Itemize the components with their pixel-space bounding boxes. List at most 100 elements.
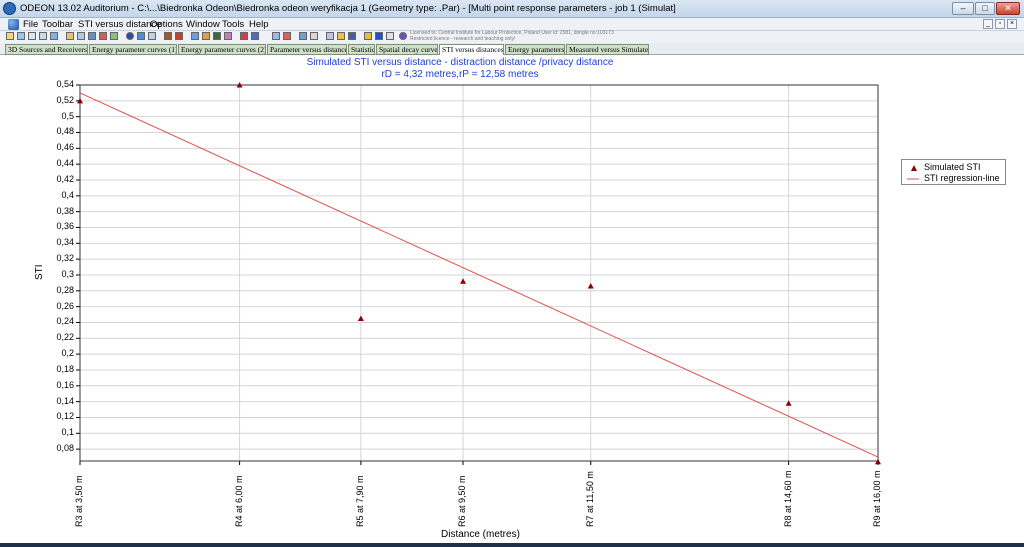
- auralisation-icon[interactable]: [224, 32, 232, 40]
- y-tick-label: 0,18: [56, 363, 74, 374]
- y-tick-label: 0,32: [56, 253, 74, 264]
- minimize-button[interactable]: –: [952, 2, 974, 15]
- menu-tools[interactable]: Tools: [222, 19, 244, 30]
- y-tick-label: 0,38: [56, 205, 74, 216]
- tab-energy-parameter-curves-2[interactable]: Energy parameter curves (2): [178, 44, 266, 55]
- sti-point-marker: [785, 400, 792, 406]
- materials-icon[interactable]: [99, 32, 107, 40]
- tab-sti-versus-distances[interactable]: STI versus distances: [439, 44, 504, 55]
- model-icon[interactable]: [88, 32, 96, 40]
- speaker-icon[interactable]: [164, 32, 172, 40]
- y-tick-label: 0,4: [61, 189, 74, 200]
- plot-frame: [79, 84, 879, 462]
- y-tick-label: 0,44: [56, 158, 74, 169]
- sun-icon[interactable]: [337, 32, 345, 40]
- sti-point-marker: [587, 283, 594, 289]
- tab-statistics[interactable]: Statistics: [348, 44, 375, 55]
- y-tick-label: 0,12: [56, 411, 74, 422]
- chart-icon[interactable]: [272, 32, 280, 40]
- reflection-icon[interactable]: [202, 32, 210, 40]
- grid-response-icon[interactable]: [213, 32, 221, 40]
- tab-energy-parameters[interactable]: Energy parameters: [505, 44, 565, 55]
- x-axis-title: Distance (metres): [441, 529, 520, 540]
- save-icon[interactable]: [17, 32, 25, 40]
- y-tick-label: 0,26: [56, 300, 74, 311]
- measurement-icon[interactable]: [283, 32, 291, 40]
- odeon-app-icon: [3, 2, 16, 15]
- menu-options[interactable]: Options: [150, 19, 183, 30]
- x-tick-label: R8 at 14,60 m: [782, 470, 793, 527]
- y-axis-title: STI: [34, 264, 45, 280]
- grid-icon[interactable]: [137, 32, 145, 40]
- edit-icon[interactable]: [66, 32, 74, 40]
- sti-point-marker: [357, 315, 364, 322]
- export-icon[interactable]: [50, 32, 58, 40]
- toolbar: Licensed to: Central Institute for Labou…: [0, 30, 1024, 43]
- x-tick-label: R4 at 6,00 m: [233, 475, 244, 527]
- mdi-minimize-button[interactable]: _: [983, 19, 993, 29]
- menu-help[interactable]: Help: [249, 19, 269, 30]
- tab-parameter-versus-distance[interactable]: Parameter versus distance: [267, 44, 347, 55]
- y-tick-label: 0,36: [56, 221, 74, 232]
- menu-file[interactable]: File: [23, 19, 38, 30]
- y-tick-label: 0,22: [56, 332, 74, 343]
- legend-simulated-sti: Simulated STI: [924, 162, 981, 172]
- window-titlebar: ODEON 13.02 Auditorium - C:\...\Biedronk…: [0, 0, 1024, 18]
- parameter-icon[interactable]: [251, 32, 259, 40]
- license-line-2: Restricted licence - research and teachi…: [410, 35, 516, 42]
- sound-icon[interactable]: [364, 32, 372, 40]
- tab-energy-parameter-curves-1[interactable]: Energy parameter curves (1): [89, 44, 177, 55]
- tab-measured-versus-simulated[interactable]: Measured versus Simulated: [566, 44, 649, 55]
- tab-3d-sources-and-receivers[interactable]: 3D Sources and Receivers: [5, 44, 88, 55]
- chart-legend: Simulated STI STI regression-line: [901, 159, 1006, 185]
- x-tick-label: R5 at 7,90 m: [354, 475, 365, 527]
- sti-point-marker: [875, 458, 881, 465]
- y-tick-label: 0,48: [56, 126, 74, 137]
- mdi-close-button[interactable]: ×: [1007, 19, 1017, 29]
- receiver-icon[interactable]: [175, 32, 183, 40]
- bottom-border: [0, 543, 1024, 547]
- job-icon[interactable]: [299, 32, 307, 40]
- open-folder-icon[interactable]: [6, 32, 14, 40]
- print-icon[interactable]: [28, 32, 36, 40]
- surface-icon[interactable]: [348, 32, 356, 40]
- x-tick-label: R3 at 3,50 m: [74, 475, 84, 527]
- info-icon[interactable]: [126, 32, 134, 40]
- calc-icon[interactable]: [326, 32, 334, 40]
- rays-icon[interactable]: [191, 32, 199, 40]
- y-tick-label: 0,42: [56, 173, 74, 184]
- y-tick-label: 0,16: [56, 379, 74, 390]
- menu-sti-versus-distance[interactable]: STI versus distance: [78, 19, 161, 30]
- close-button[interactable]: ✕: [996, 2, 1020, 15]
- x-tick-label: R6 at 9,50 m: [457, 475, 468, 527]
- y-tick-label: 0,1: [61, 427, 74, 438]
- tab-spatial-decay-curves[interactable]: Spatial decay curves: [376, 44, 438, 55]
- y-tick-label: 0,46: [56, 142, 74, 153]
- menu-window[interactable]: Window: [186, 19, 220, 30]
- y-tick-label: 0,08: [56, 443, 74, 454]
- chart-panel: Simulated STI versus distance - distract…: [0, 55, 1024, 543]
- maximize-button[interactable]: □: [975, 2, 995, 15]
- mdi-restore-button[interactable]: ▫: [995, 19, 1005, 29]
- play-icon[interactable]: [375, 32, 383, 40]
- sti-chart: [76, 82, 881, 465]
- y-tick-label: 0,28: [56, 284, 74, 295]
- copy-icon[interactable]: [39, 32, 47, 40]
- x-tick-label: R9 at 16,00 m: [872, 470, 882, 527]
- table-icon[interactable]: [148, 32, 156, 40]
- menu-toolbar[interactable]: Toolbar: [42, 19, 73, 30]
- license-notice: Licensed to: Central Institute for Labou…: [410, 30, 614, 42]
- y-tick-label: 0,14: [56, 395, 74, 406]
- y-tick-label: 0,5: [61, 110, 74, 121]
- view-icon[interactable]: [77, 32, 85, 40]
- y-tick-label: 0,24: [56, 316, 74, 327]
- y-tick-label: 0,52: [56, 94, 74, 105]
- decay-icon[interactable]: [240, 32, 248, 40]
- stop-icon[interactable]: [386, 32, 394, 40]
- sti-point-marker: [460, 278, 467, 284]
- document-icon[interactable]: [8, 19, 19, 30]
- legend-regression-line: [907, 178, 919, 180]
- sources-icon[interactable]: [110, 32, 118, 40]
- link-icon[interactable]: [399, 32, 407, 40]
- list-icon[interactable]: [310, 32, 318, 40]
